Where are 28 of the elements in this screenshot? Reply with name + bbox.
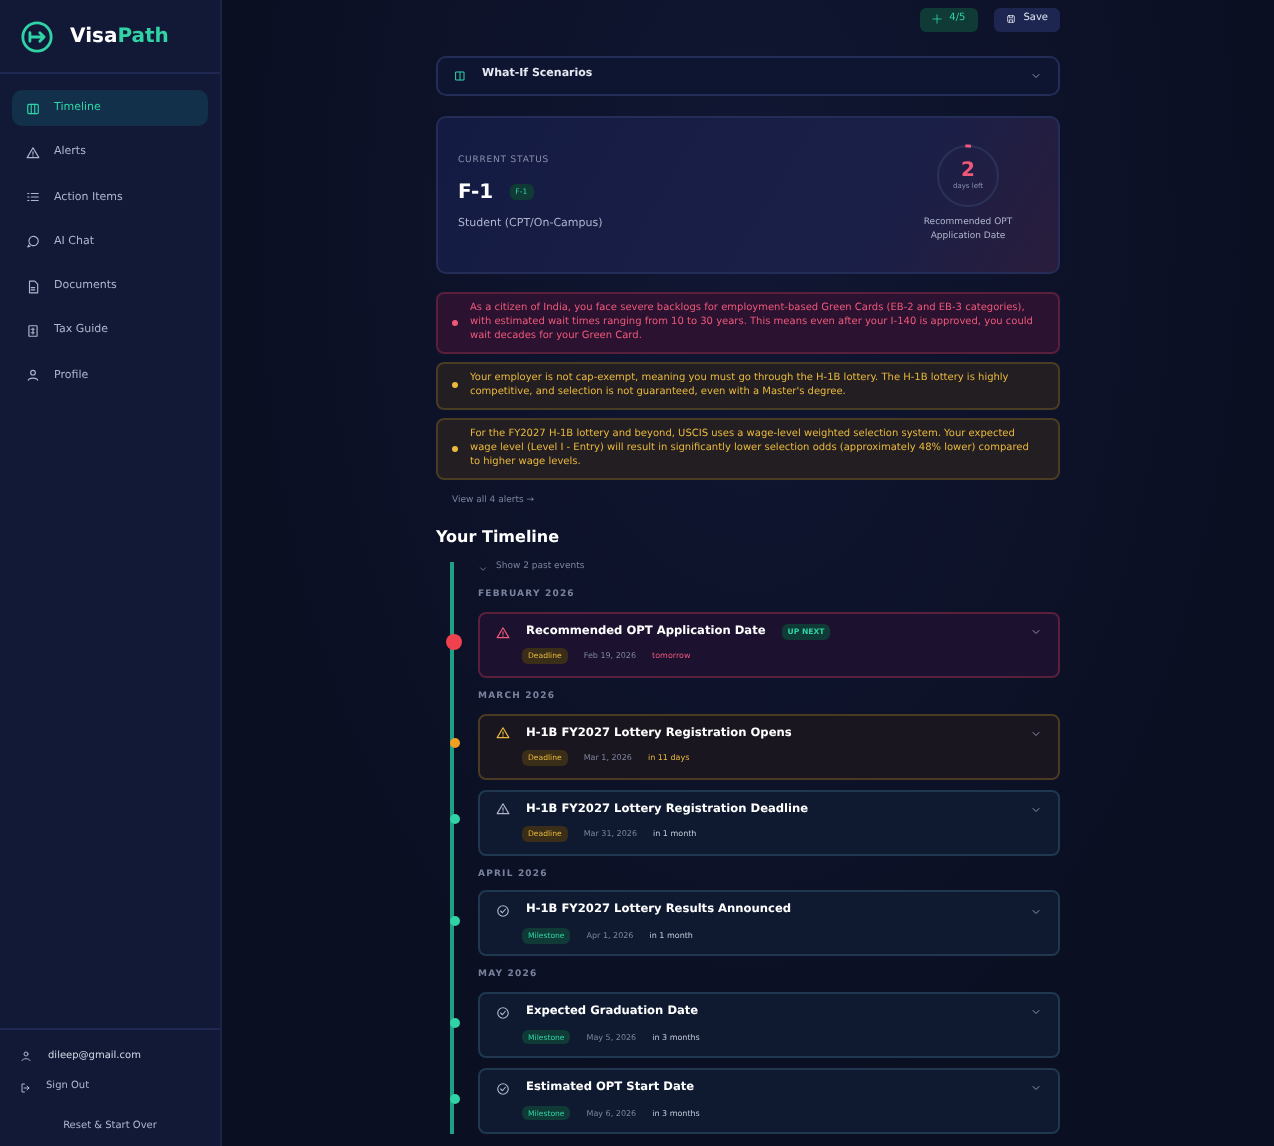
sign-out-icon xyxy=(20,1081,32,1094)
chevron-icon[interactable] xyxy=(1030,626,1042,639)
grid-icon xyxy=(454,69,466,81)
person-icon xyxy=(26,368,40,383)
logo-icon xyxy=(20,20,54,54)
save-icon xyxy=(1005,14,1016,25)
chevron-icon[interactable] xyxy=(1030,1082,1042,1095)
chat-icon xyxy=(26,234,40,249)
chevron-icon xyxy=(478,564,488,575)
warning-icon xyxy=(26,145,40,160)
chevron-icon[interactable] xyxy=(1030,1006,1042,1019)
check-circle-icon xyxy=(496,904,510,919)
brand-name: VisaPath xyxy=(70,24,169,52)
receipt-icon xyxy=(26,323,40,338)
document-icon xyxy=(26,279,40,294)
warning-icon xyxy=(496,625,510,640)
check-circle-icon xyxy=(496,1005,510,1020)
warning-icon xyxy=(496,802,510,817)
chevron-icon[interactable] xyxy=(1030,727,1042,740)
chevron-icon[interactable] xyxy=(1030,905,1042,918)
warning-icon xyxy=(496,726,510,741)
check-circle-icon xyxy=(496,1081,510,1096)
list-icon xyxy=(26,190,40,205)
section-title: Your Timeline xyxy=(436,526,562,551)
person-icon xyxy=(20,1050,32,1063)
visa-type: F-1 xyxy=(458,179,494,208)
countdown-number: 2 xyxy=(961,161,975,182)
chevron-icon[interactable] xyxy=(1030,803,1042,816)
